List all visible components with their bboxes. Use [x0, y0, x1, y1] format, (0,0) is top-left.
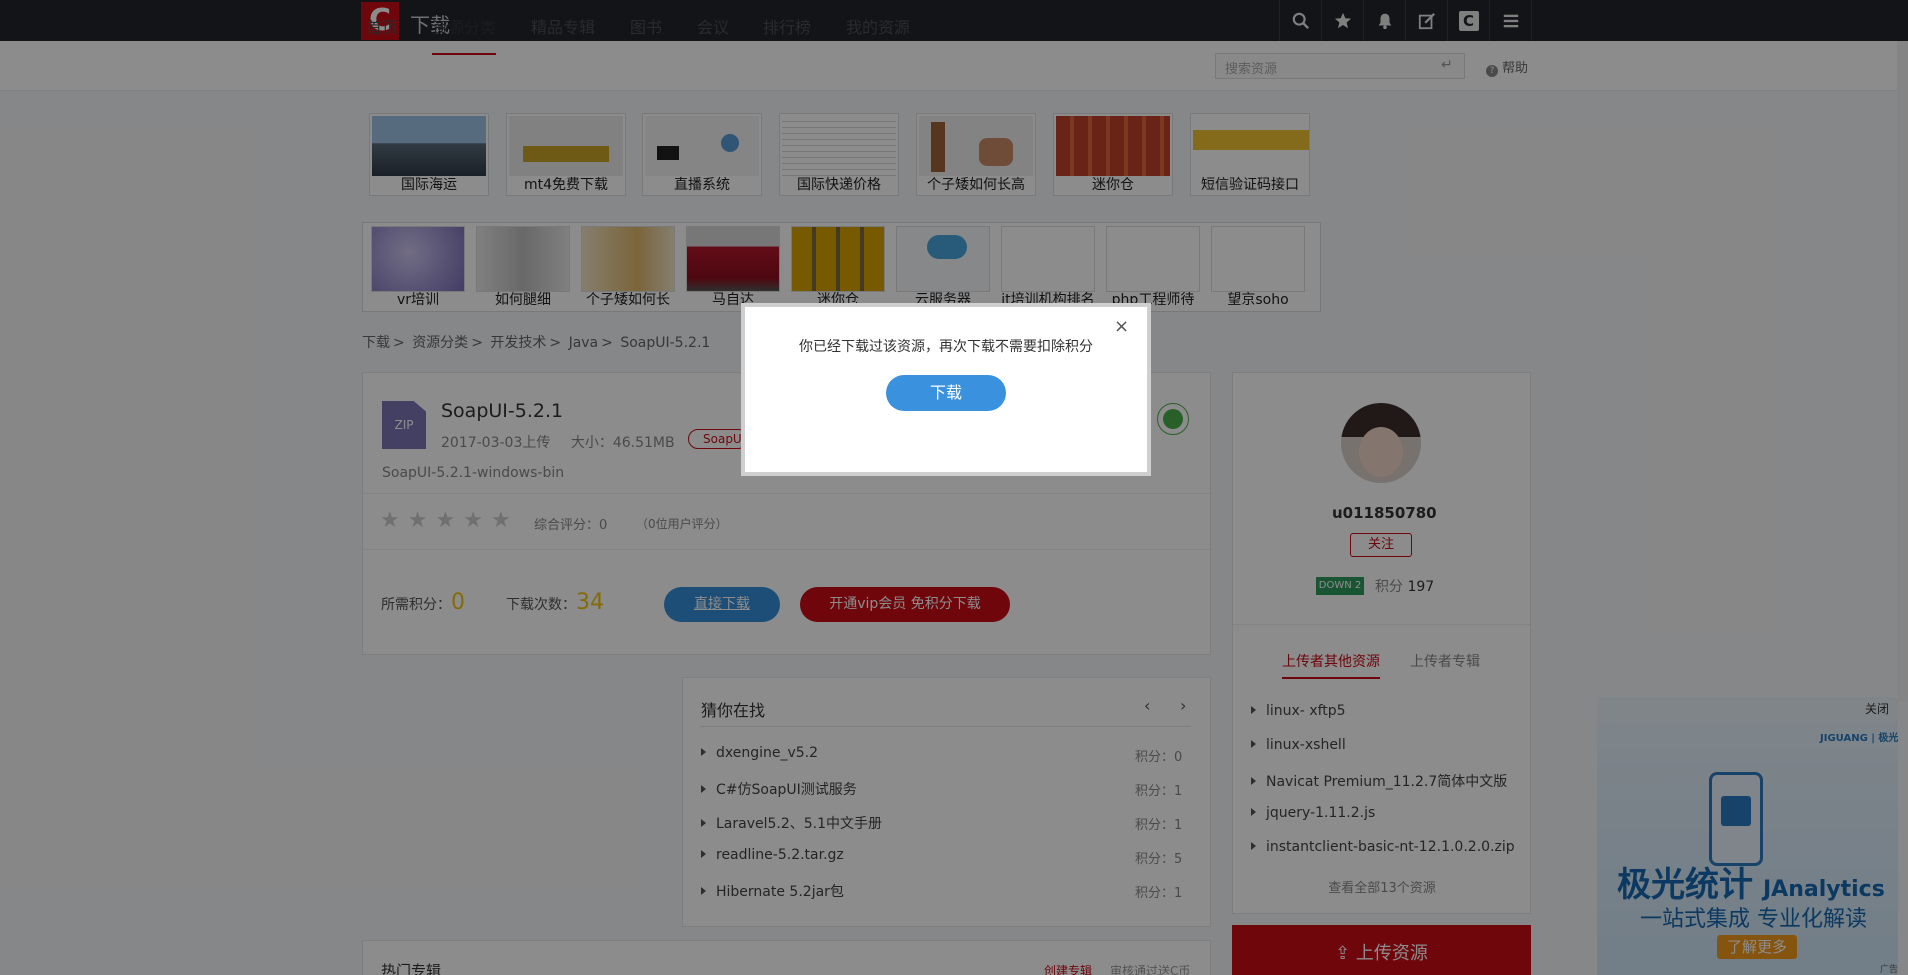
modal-overlay[interactable] [0, 0, 1908, 975]
modal-message: 你已经下载过该资源，再次下载不需要扣除积分 [799, 339, 1093, 355]
modal-download-button[interactable]: 下载 [886, 375, 1006, 411]
close-icon[interactable]: × [1114, 316, 1129, 337]
